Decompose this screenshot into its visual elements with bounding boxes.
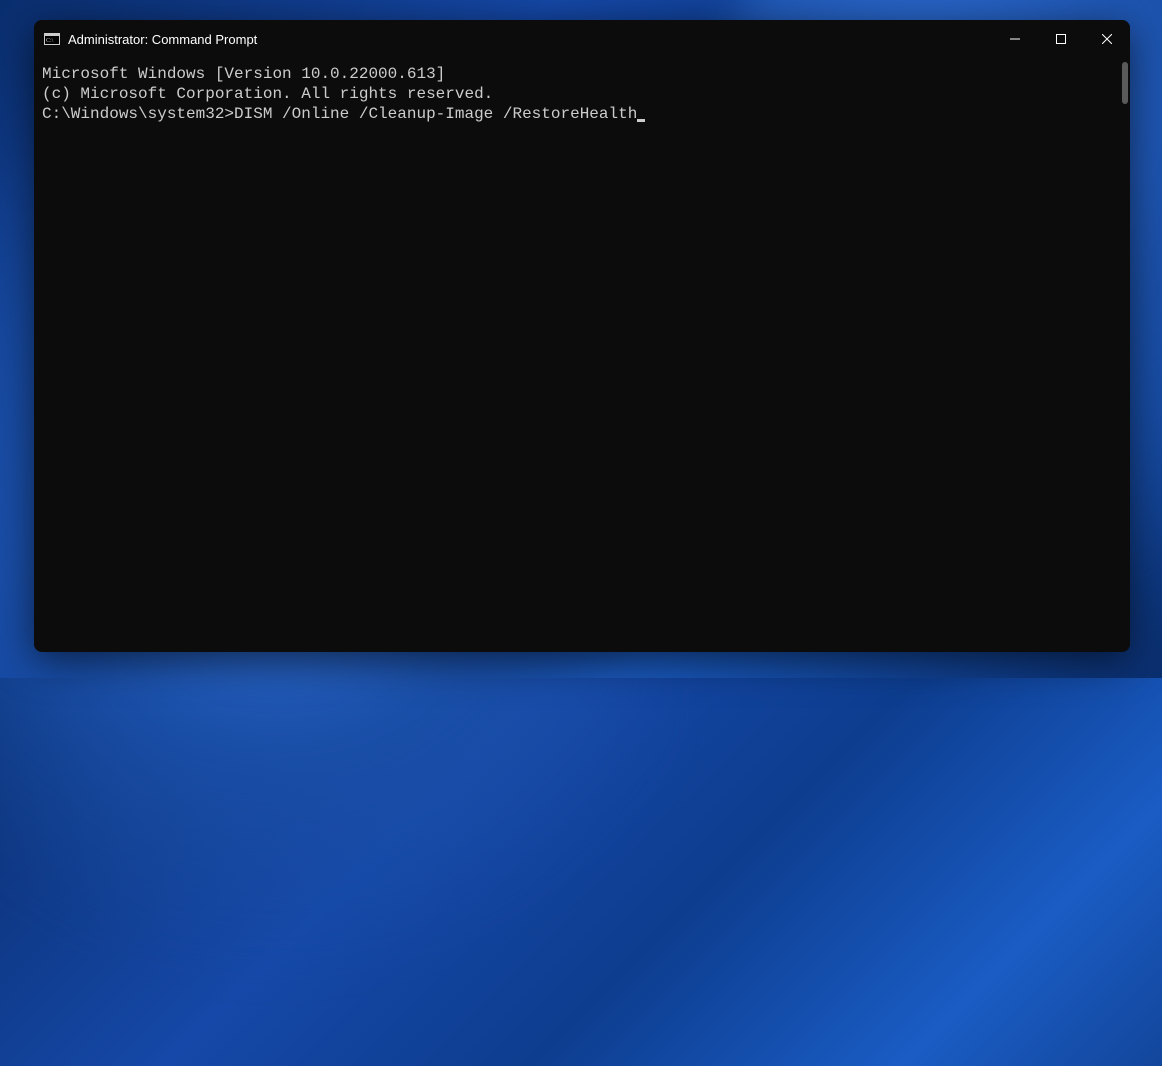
- terminal-output[interactable]: Microsoft Windows [Version 10.0.22000.61…: [34, 58, 1130, 652]
- close-button[interactable]: [1084, 20, 1130, 58]
- prompt-text: C:\Windows\system32>: [42, 104, 234, 124]
- minimize-button[interactable]: [992, 20, 1038, 58]
- version-line: Microsoft Windows [Version 10.0.22000.61…: [42, 64, 1122, 84]
- titlebar[interactable]: C:\ Administrator: Command Prompt: [34, 20, 1130, 58]
- scrollbar-thumb[interactable]: [1122, 62, 1128, 104]
- command-prompt-window: C:\ Administrator: Command Prompt Micros…: [34, 20, 1130, 652]
- copyright-line: (c) Microsoft Corporation. All rights re…: [42, 84, 1122, 104]
- prompt-line: C:\Windows\system32>DISM /Online /Cleanu…: [42, 104, 1122, 124]
- maximize-button[interactable]: [1038, 20, 1084, 58]
- window-controls: [992, 20, 1130, 58]
- cmd-icon: C:\: [44, 31, 60, 47]
- text-cursor: [637, 119, 645, 122]
- command-text: DISM /Online /Cleanup-Image /RestoreHeal…: [234, 104, 637, 124]
- window-title: Administrator: Command Prompt: [68, 32, 992, 47]
- svg-text:C:\: C:\: [46, 38, 54, 44]
